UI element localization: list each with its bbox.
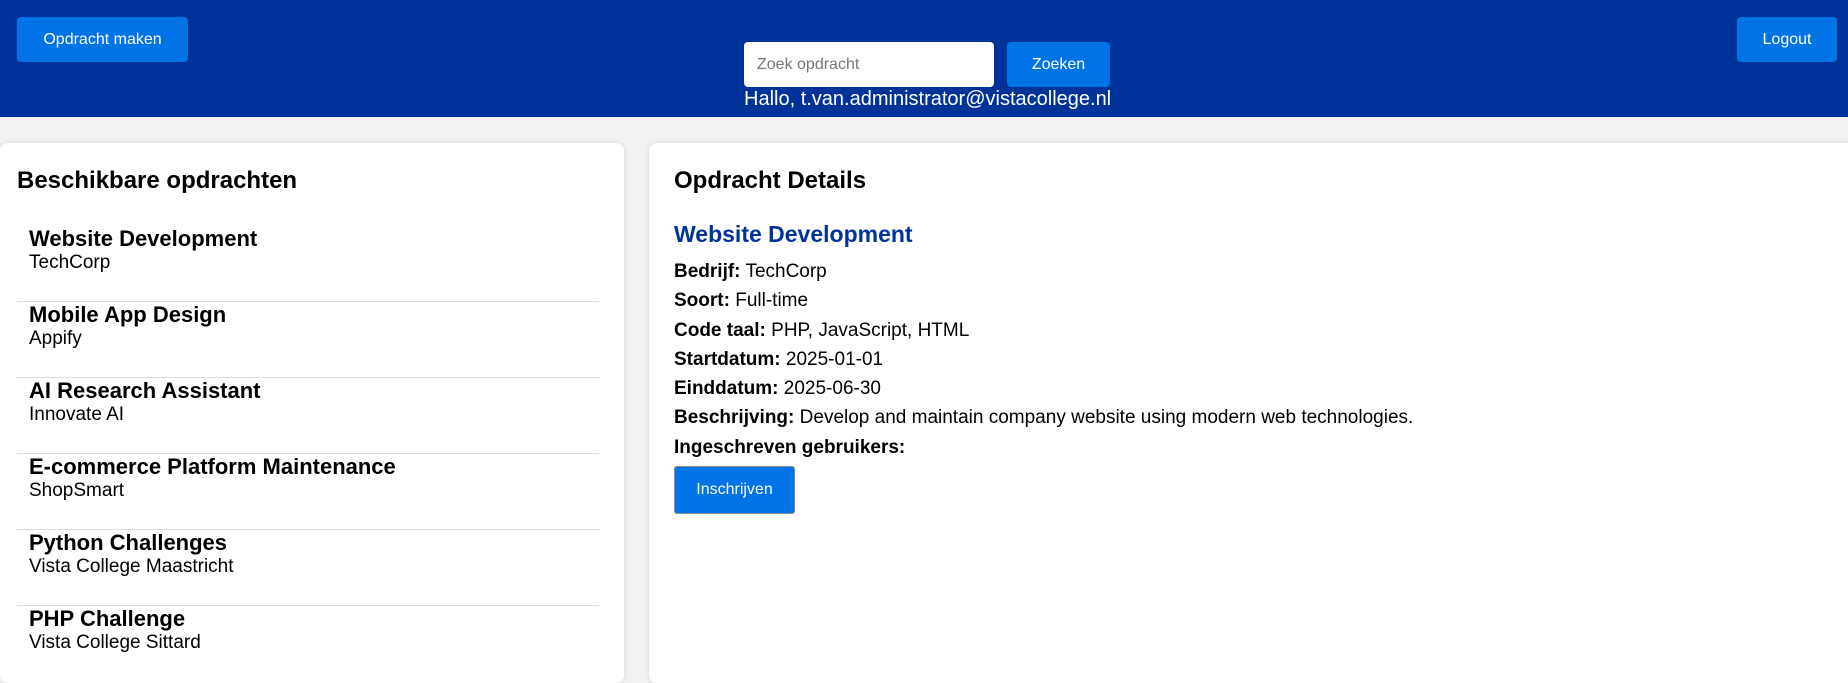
field-label: Ingeschreven gebruikers: — [674, 436, 906, 458]
field-value: 2025-06-30 — [783, 378, 881, 400]
list-item[interactable]: PHP Challenge Vista College Sittard — [17, 606, 599, 682]
list-item-title: Mobile App Design — [29, 302, 227, 327]
detail-field-enrolled-users: Ingeschreven gebruikers: — [674, 433, 1824, 462]
logout-button[interactable]: Logout — [1737, 17, 1837, 62]
top-header: Opdracht maken Zoeken Hallo, t.van.admin… — [0, 0, 1848, 117]
list-item-company: Innovate AI — [29, 404, 125, 425]
list-item-company: Vista College Maastricht — [29, 556, 234, 577]
list-item-title: AI Research Assistant — [29, 378, 261, 403]
field-label: Soort: — [674, 290, 730, 312]
list-panel-title: Beschikbare opdrachten — [17, 167, 298, 194]
list-item[interactable]: Mobile App Design Appify — [17, 302, 599, 378]
list-item[interactable]: E-commerce Platform Maintenance ShopSmar… — [17, 454, 599, 530]
search-input[interactable] — [744, 42, 994, 87]
list-item[interactable]: AI Research Assistant Innovate AI — [17, 378, 599, 454]
detail-field-company: Bedrijf: TechCorp — [674, 257, 1824, 286]
list-item[interactable]: Website Development TechCorp — [17, 226, 599, 302]
detail-field-end-date: Einddatum: 2025-06-30 — [674, 374, 1824, 403]
assignment-list-panel: Beschikbare opdrachten Website Developme… — [0, 143, 624, 683]
assignment-detail-panel: Opdracht Details Website Development Bed… — [649, 143, 1848, 683]
list-item-title: Website Development — [29, 226, 258, 251]
list-item-title: E-commerce Platform Maintenance — [29, 454, 396, 479]
field-label: Einddatum: — [674, 378, 779, 400]
field-value: PHP, JavaScript, HTML — [771, 319, 970, 341]
field-label: Startdatum: — [674, 348, 781, 370]
search-button[interactable]: Zoeken — [1007, 42, 1110, 87]
list-item-company: ShopSmart — [29, 480, 125, 501]
detail-fields: Bedrijf: TechCorp Soort: Full-time Code … — [674, 257, 1824, 462]
list-item-company: TechCorp — [29, 252, 111, 273]
detail-field-description: Beschrijving: Develop and maintain compa… — [674, 403, 1824, 432]
field-value: 2025-01-01 — [785, 348, 884, 370]
list-item-title: PHP Challenge — [29, 606, 186, 631]
detail-field-type: Soort: Full-time — [674, 286, 1824, 315]
assignment-list: Website Development TechCorp Mobile App … — [17, 226, 599, 682]
list-item-company: Vista College Sittard — [29, 632, 201, 653]
detail-field-languages: Code taal: PHP, JavaScript, HTML — [674, 316, 1824, 345]
field-value: Develop and maintain company website usi… — [799, 407, 1414, 429]
detail-job-title: Website Development — [674, 221, 913, 247]
list-item[interactable]: Python Challenges Vista College Maastric… — [17, 530, 599, 606]
detail-field-start-date: Startdatum: 2025-01-01 — [674, 345, 1824, 374]
list-item-title: Python Challenges — [29, 530, 228, 555]
field-value: Full-time — [735, 290, 809, 312]
field-label: Bedrijf: — [674, 261, 741, 282]
field-value: TechCorp — [745, 261, 827, 282]
field-label: Beschrijving: — [674, 407, 795, 429]
user-greeting: Hallo, t.van.administrator@vistacollege.… — [744, 88, 1112, 110]
enroll-button[interactable]: Inschrijven — [674, 466, 795, 514]
list-item-company: Appify — [29, 328, 82, 349]
field-label: Code taal: — [674, 319, 766, 341]
detail-panel-title: Opdracht Details — [674, 167, 867, 194]
create-assignment-button[interactable]: Opdracht maken — [17, 17, 188, 62]
